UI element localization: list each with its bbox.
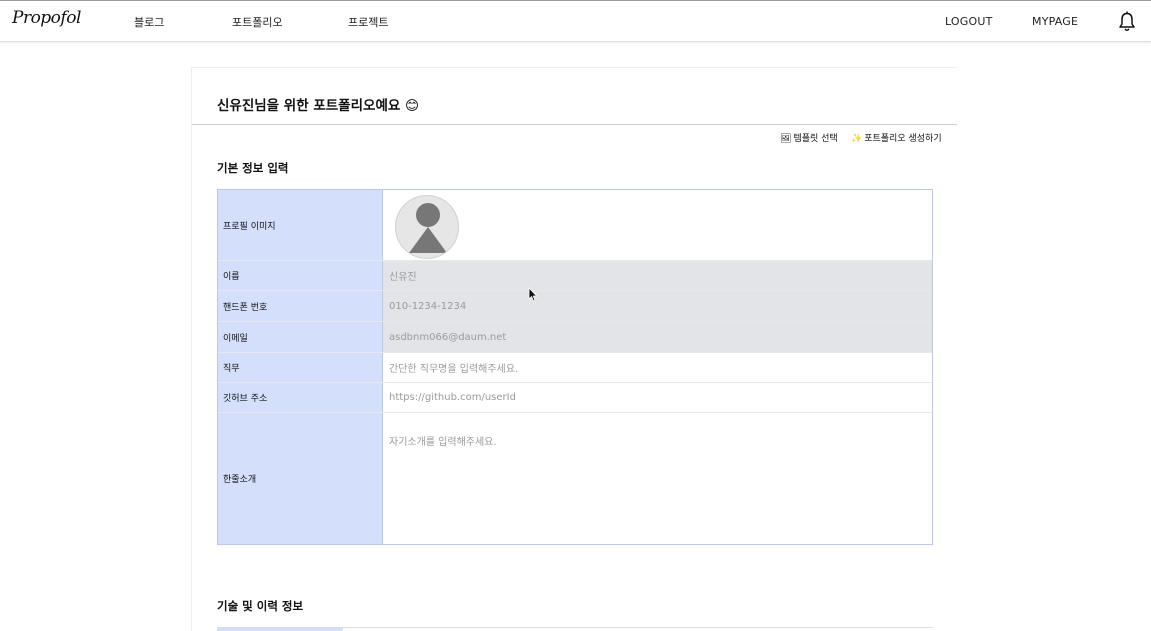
github-input[interactable]: https://github.com/userId: [383, 383, 932, 412]
phone-row: 핸드폰 번호 010-1234-1234: [218, 291, 932, 322]
sparkles-icon: ✨: [851, 134, 863, 144]
avatar[interactable]: [395, 195, 459, 259]
mouse-cursor-icon: [528, 287, 538, 302]
intro-textarea[interactable]: 자기소개를 입력해주세요.: [383, 413, 932, 544]
skills-section-title: 기술 및 이력 정보: [217, 599, 304, 613]
job-label: 직무: [218, 353, 383, 382]
name-label: 이름: [218, 261, 383, 290]
phone-label: 핸드폰 번호: [218, 291, 383, 321]
nav-link-blog[interactable]: 블로그: [134, 14, 164, 30]
job-row: 직무 간단한 직무명을 입력해주세요.: [218, 353, 932, 383]
logout-link[interactable]: LOGOUT: [945, 15, 993, 28]
name-row: 이름 신유진: [218, 261, 932, 291]
email-field[interactable]: asdbnm066@daum.net: [383, 322, 932, 352]
template-select-label: 템플릿 선택: [793, 134, 838, 144]
logo[interactable]: Propofol: [12, 8, 81, 28]
basic-info-form: 프로필 이미지 이름 신유진 핸드폰 번호 010-1234-1234 이메일 …: [217, 189, 933, 545]
email-label: 이메일: [218, 322, 383, 352]
template-select-button[interactable]: 🖼 템플릿 선택: [780, 131, 838, 144]
profile-image-row: 프로필 이미지: [218, 190, 932, 261]
create-portfolio-label: 포트폴리오 생성하기: [864, 134, 942, 144]
email-row: 이메일 asdbnm066@daum.net: [218, 322, 932, 353]
basic-info-section-title: 기본 정보 입력: [217, 161, 289, 175]
top-navigation: Propofol 블로그 포트폴리오 프로젝트 LOGOUT MYPAGE: [0, 0, 1151, 42]
job-input[interactable]: 간단한 직무명을 입력해주세요.: [383, 353, 932, 382]
github-row: 깃허브 주소 https://github.com/userId: [218, 383, 932, 413]
skills-table-top: [217, 627, 933, 631]
nav-link-portfolio[interactable]: 포트폴리오: [232, 14, 283, 30]
intro-row: 한줄소개 자기소개를 입력해주세요.: [218, 413, 932, 544]
profile-image-field: [383, 190, 932, 260]
page-title: 신유진님을 위한 포트폴리오예요 😊: [217, 98, 420, 114]
mypage-link[interactable]: MYPAGE: [1032, 15, 1078, 28]
intro-label: 한줄소개: [218, 413, 383, 544]
picture-icon: 🖼: [780, 134, 792, 144]
nav-link-project[interactable]: 프로젝트: [348, 14, 388, 30]
create-portfolio-button[interactable]: ✨ 포트폴리오 생성하기: [851, 131, 942, 144]
profile-image-label: 프로필 이미지: [218, 190, 383, 260]
title-divider: [192, 124, 957, 125]
name-field[interactable]: 신유진: [383, 261, 932, 290]
phone-field[interactable]: 010-1234-1234: [383, 291, 932, 321]
bell-icon[interactable]: [1117, 11, 1137, 33]
github-label: 깃허브 주소: [218, 383, 383, 412]
person-icon: [409, 203, 447, 253]
